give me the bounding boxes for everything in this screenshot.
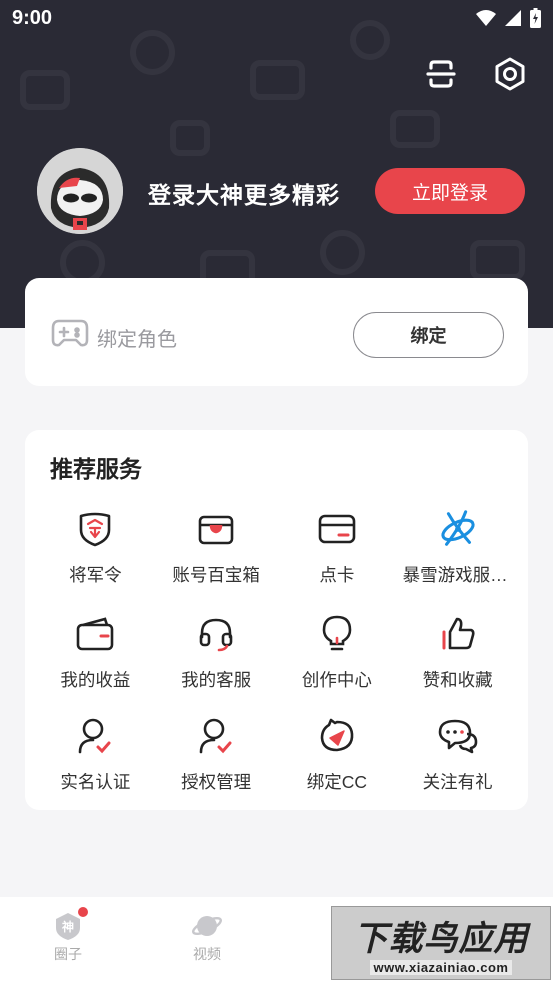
scan-icon[interactable] [423, 56, 459, 92]
service-my-earnings[interactable]: 我的收益 [35, 613, 156, 715]
notification-dot [78, 907, 88, 917]
login-button[interactable]: 立即登录 [375, 168, 525, 214]
svg-text:神: 神 [62, 919, 74, 934]
headset-icon [195, 613, 237, 655]
service-label: 账号百宝箱 [172, 565, 260, 585]
tab-video[interactable]: 视频 [177, 911, 237, 964]
service-likes-favorites[interactable]: 赞和收藏 [397, 613, 518, 715]
background-pattern [20, 70, 70, 110]
service-label: 点卡 [319, 565, 355, 585]
service-label: 实名认证 [60, 772, 131, 792]
service-customer-service[interactable]: 我的客服 [156, 613, 277, 715]
status-time: 9:00 [12, 7, 53, 29]
user-verified-icon [74, 715, 116, 757]
thumbs-up-icon [437, 613, 479, 655]
gamepad-icon [51, 319, 89, 347]
avatar[interactable] [37, 148, 123, 234]
user-authorize-icon [195, 715, 237, 757]
bind-role-card: 绑定角色 绑定 [25, 278, 528, 386]
background-pattern [470, 240, 525, 280]
bind-button[interactable]: 绑定 [353, 312, 504, 358]
token-shield-icon [74, 508, 116, 550]
card-icon [316, 508, 358, 550]
background-pattern [170, 120, 210, 156]
login-prompt: 登录大神更多精彩 [148, 182, 340, 208]
background-pattern [390, 110, 440, 148]
service-label: 赞和收藏 [422, 670, 493, 690]
settings-icon[interactable] [492, 56, 528, 92]
wallet-icon [74, 613, 116, 655]
services-grid: 将军令 账号百宝箱 点卡 暴雪游戏服务 我的收益 我的客服 创作中心 赞和收藏 … [35, 508, 518, 815]
service-label: 绑定CC [306, 772, 368, 792]
tab-label: 圈子 [54, 946, 82, 962]
service-real-name-auth[interactable]: 实名认证 [35, 715, 156, 815]
background-pattern [320, 230, 365, 275]
cc-icon [316, 715, 358, 757]
watermark-url: www.xiazainiao.com [369, 960, 513, 975]
background-pattern [250, 60, 305, 100]
service-blizzard[interactable]: 暴雪游戏服务中心 [397, 508, 518, 613]
service-label: 我的客服 [181, 670, 252, 690]
service-label: 授权管理 [181, 772, 252, 792]
treasure-box-icon [195, 508, 237, 550]
service-account-box[interactable]: 账号百宝箱 [156, 508, 277, 613]
recommended-services-card: 推荐服务 将军令 账号百宝箱 点卡 暴雪游戏服务 我的收益 我的客服 创作中心 … [25, 430, 528, 810]
service-label: 将军令 [69, 565, 122, 585]
wifi-icon [476, 10, 496, 26]
chat-gift-icon [437, 715, 479, 757]
watermark-title: 下载鸟应用 [353, 920, 529, 958]
service-creator-center[interactable]: 创作中心 [277, 613, 398, 715]
section-title: 推荐服务 [50, 456, 142, 482]
tab-circle[interactable]: 神 圈子 [38, 907, 98, 964]
status-icons [476, 8, 541, 28]
service-label: 暴雪游戏服务中心 [402, 565, 513, 585]
service-bind-cc[interactable]: 绑定CC [277, 715, 398, 815]
service-label: 关注有礼 [422, 772, 493, 792]
bind-role-label: 绑定角色 [97, 329, 177, 351]
service-point-card[interactable]: 点卡 [277, 508, 398, 613]
service-authorization[interactable]: 授权管理 [156, 715, 277, 815]
service-follow-gift[interactable]: 关注有礼 [397, 715, 518, 815]
lightbulb-icon [316, 613, 358, 655]
planet-icon [191, 916, 223, 936]
service-label: 我的收益 [60, 670, 131, 690]
service-general-token[interactable]: 将军令 [35, 508, 156, 613]
signal-icon [505, 10, 521, 26]
battery-icon [530, 8, 541, 28]
watermark: 下载鸟应用 www.xiazainiao.com [331, 906, 551, 980]
status-bar: 9:00 [0, 0, 553, 38]
tab-label: 视频 [193, 946, 221, 962]
service-label: 创作中心 [301, 670, 372, 690]
battlenet-icon [437, 508, 479, 550]
